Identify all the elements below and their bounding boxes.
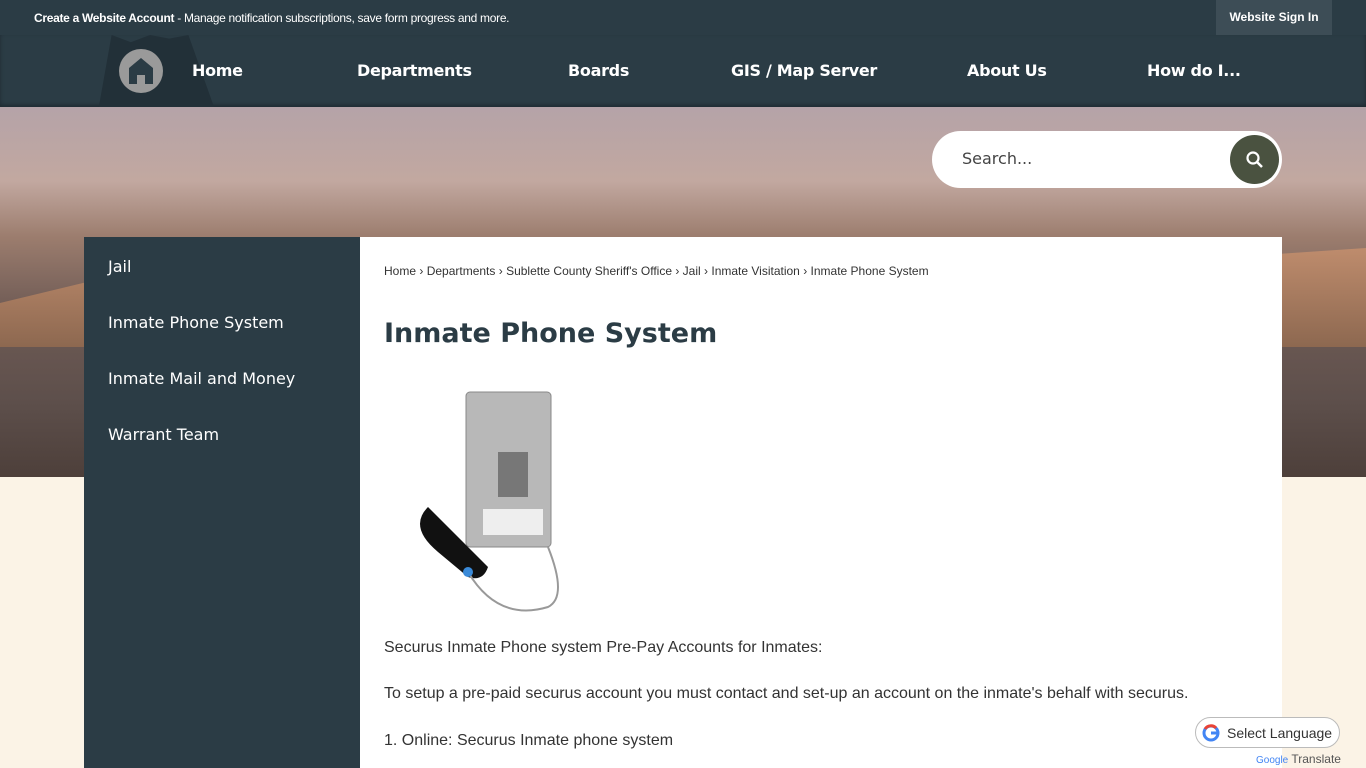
breadcrumb: Home › Departments › Sublette County She…	[384, 264, 929, 278]
google-g-icon	[1202, 724, 1220, 742]
google-logo: Google	[1256, 755, 1289, 766]
sidebar-item-jail[interactable]: Jail	[108, 257, 131, 276]
google-translate-credit: Google Translate	[1256, 752, 1341, 766]
account-description: - Manage notification subscriptions, sav…	[174, 11, 510, 25]
search-box	[932, 131, 1282, 188]
nav-how-do-i[interactable]: How do I...	[1147, 61, 1241, 80]
search-icon	[1245, 150, 1263, 168]
paragraph-setup: To setup a pre-paid securus account you …	[384, 685, 1189, 702]
crumb-sheriff[interactable]: Sublette County Sheriff's Office	[506, 264, 672, 278]
payphone-image	[420, 391, 559, 612]
crumb-home[interactable]: Home	[384, 264, 416, 278]
crumb-departments[interactable]: Departments	[427, 264, 496, 278]
paragraph-online: 1. Online: Securus Inmate phone system	[384, 732, 673, 750]
nav-about[interactable]: About Us	[967, 61, 1047, 80]
create-account-link[interactable]: Create a Website Account	[34, 11, 174, 25]
sidebar: Jail Inmate Phone System Inmate Mail and…	[84, 237, 360, 768]
main-content: Home › Departments › Sublette County She…	[360, 237, 1282, 768]
nav-gis[interactable]: GIS / Map Server	[731, 61, 877, 80]
crumb-visitation[interactable]: Inmate Visitation	[711, 264, 800, 278]
nav-boards[interactable]: Boards	[568, 61, 629, 80]
select-language-dropdown[interactable]: Select Language	[1195, 717, 1340, 748]
securus-link[interactable]: Securus	[457, 732, 516, 749]
nav-departments[interactable]: Departments	[357, 61, 472, 80]
crumb-jail[interactable]: Jail	[683, 264, 701, 278]
paragraph-intro: Securus Inmate Phone system Pre-Pay Acco…	[384, 639, 823, 656]
main-nav: Home Departments Boards GIS / Map Server…	[0, 35, 1366, 107]
nav-home[interactable]: Home	[192, 61, 243, 80]
sidebar-item-mail[interactable]: Inmate Mail and Money	[108, 369, 295, 388]
select-language-label: Select Language	[1227, 725, 1333, 741]
page-title: Inmate Phone System	[384, 318, 718, 349]
account-message[interactable]: Create a Website Account - Manage notifi…	[34, 11, 510, 25]
sign-in-button[interactable]: Website Sign In	[1216, 0, 1332, 35]
search-input[interactable]	[962, 149, 1182, 168]
translate-label: Translate	[1291, 752, 1341, 766]
sidebar-item-warrant[interactable]: Warrant Team	[108, 425, 219, 444]
home-icon[interactable]	[119, 49, 163, 93]
sidebar-item-phone[interactable]: Inmate Phone System	[108, 313, 284, 332]
online-suffix: Inmate phone system	[515, 732, 674, 749]
online-prefix: 1. Online:	[384, 732, 457, 749]
search-button[interactable]	[1230, 135, 1279, 184]
top-bar: Create a Website Account - Manage notifi…	[0, 0, 1366, 35]
crumb-current: Inmate Phone System	[810, 264, 929, 278]
